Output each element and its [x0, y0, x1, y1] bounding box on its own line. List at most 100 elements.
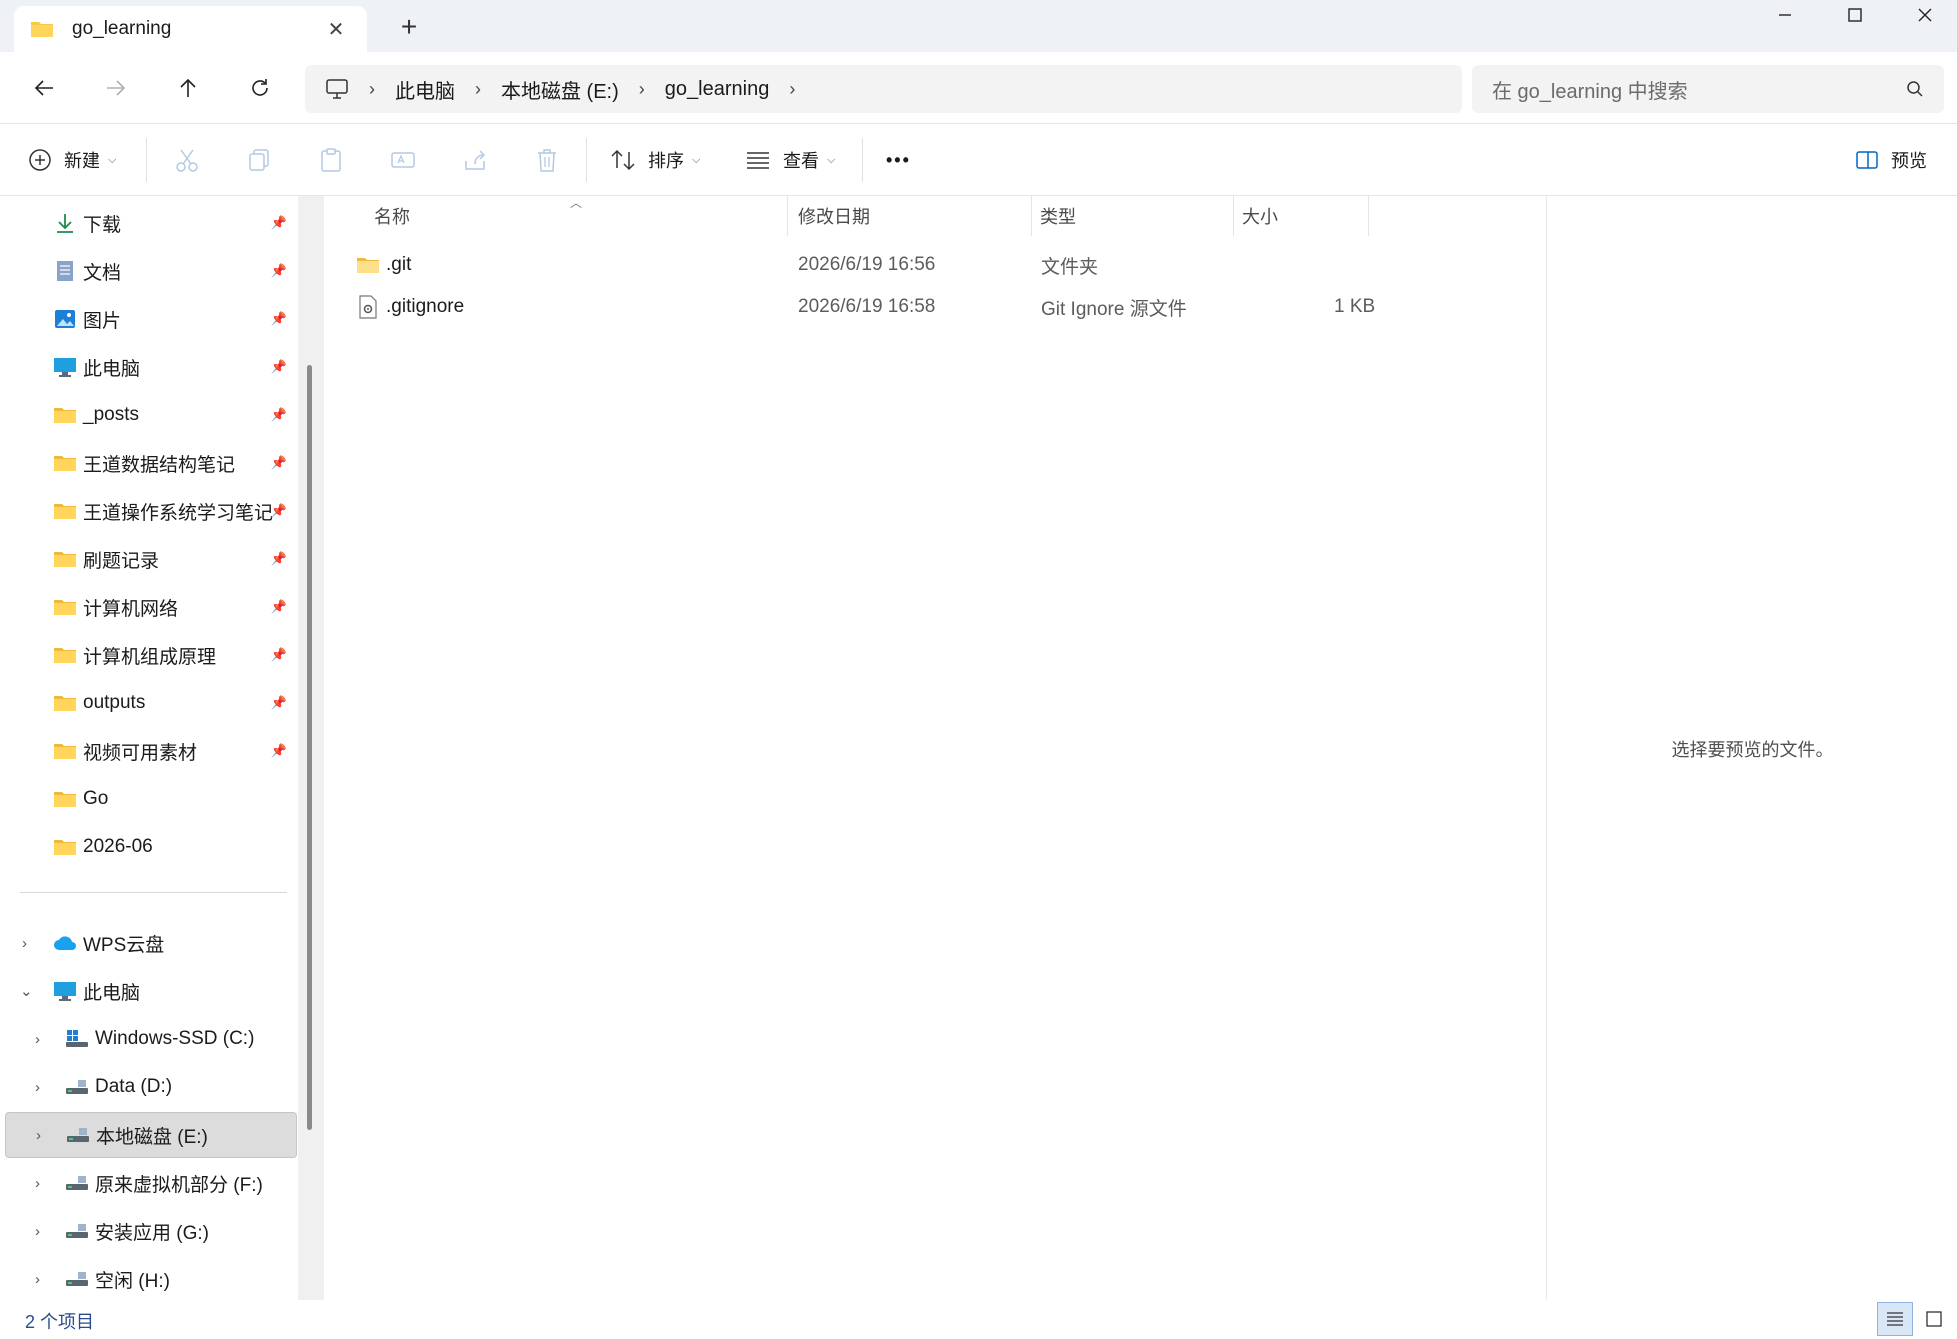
- sidebar-item-video-assets[interactable]: 视频可用素材 📌: [5, 728, 297, 774]
- table-row[interactable]: .gitignore 2026/6/19 16:58 Git Ignore 源文…: [344, 286, 1424, 328]
- preview-pane-button[interactable]: 预览: [1855, 124, 1927, 196]
- sidebar-item-go[interactable]: Go: [5, 776, 297, 822]
- chevron-right-icon[interactable]: ›: [369, 79, 375, 100]
- refresh-button[interactable]: [240, 68, 280, 108]
- pin-icon[interactable]: 📌: [271, 503, 287, 519]
- search-input[interactable]: 在 go_learning 中搜索: [1492, 75, 1906, 104]
- chevron-down-icon: ⌵: [827, 153, 836, 166]
- search-box[interactable]: 在 go_learning 中搜索: [1472, 65, 1944, 113]
- pin-icon[interactable]: 📌: [271, 647, 287, 663]
- column-header-type[interactable]: 类型: [1040, 196, 1076, 236]
- sidebar-item-wangdao-ds[interactable]: 王道数据结构笔记 📌: [5, 440, 297, 486]
- breadcrumb-this-pc[interactable]: 此电脑: [395, 75, 455, 104]
- cut-button[interactable]: [174, 124, 200, 196]
- computer-icon: [53, 980, 77, 1002]
- sidebar-item-label: WPS云盘: [83, 934, 165, 956]
- sidebar-item-problem-log[interactable]: 刷题记录 📌: [5, 536, 297, 582]
- view-button[interactable]: 查看 ⌵: [745, 124, 835, 196]
- sidebar-item-drive-h[interactable]: › 空闲 (H:): [5, 1256, 297, 1302]
- pin-icon[interactable]: 📌: [271, 359, 287, 375]
- sidebar-item-label: Data (D:): [95, 1076, 173, 1097]
- chevron-right-icon[interactable]: ›: [35, 1223, 40, 1240]
- sidebar-item-networking[interactable]: 计算机网络 📌: [5, 584, 297, 630]
- more-options-button[interactable]: •••: [886, 124, 911, 196]
- sidebar-item-pictures[interactable]: 图片 📌: [5, 296, 297, 342]
- up-button[interactable]: [168, 68, 208, 108]
- chevron-right-icon[interactable]: ›: [639, 79, 645, 100]
- new-tab-button[interactable]: +: [394, 12, 424, 42]
- sidebar-item-this-pc[interactable]: ⌄ 此电脑: [5, 968, 297, 1014]
- close-window-button[interactable]: [1890, 0, 1957, 30]
- column-header-modified[interactable]: 修改日期: [798, 196, 870, 236]
- chevron-down-icon: ⌵: [108, 153, 117, 166]
- forward-button[interactable]: [96, 68, 136, 108]
- column-divider[interactable]: [1233, 196, 1234, 236]
- column-divider[interactable]: [1368, 196, 1369, 236]
- chevron-down-icon: ⌵: [692, 153, 701, 166]
- chevron-down-icon[interactable]: ⌄: [20, 982, 33, 1000]
- sidebar-item-wangdao-os[interactable]: 王道操作系统学习笔记 📌: [5, 488, 297, 534]
- chevron-right-icon[interactable]: ›: [35, 1031, 40, 1048]
- pin-icon[interactable]: 📌: [271, 695, 287, 711]
- chevron-right-icon[interactable]: ›: [475, 79, 481, 100]
- folder-icon: [53, 404, 77, 426]
- tab-close-icon[interactable]: ✕: [321, 17, 351, 42]
- chevron-right-icon[interactable]: ›: [22, 935, 27, 952]
- copy-button[interactable]: [246, 124, 272, 196]
- pin-icon[interactable]: 📌: [271, 407, 287, 423]
- pin-icon[interactable]: 📌: [271, 743, 287, 759]
- table-row[interactable]: .git 2026/6/19 16:56 文件夹: [344, 244, 1424, 286]
- column-divider[interactable]: [1031, 196, 1032, 236]
- sidebar-item-drive-g[interactable]: › 安装应用 (G:): [5, 1208, 297, 1254]
- sidebar-item-wps-cloud[interactable]: › WPS云盘: [5, 920, 297, 966]
- sidebar-item-drive-e[interactable]: › 本地磁盘 (E:): [5, 1112, 297, 1158]
- sidebar-item-outputs[interactable]: outputs 📌: [5, 680, 297, 726]
- back-button[interactable]: [24, 68, 64, 108]
- column-header-name[interactable]: 名称: [374, 196, 410, 236]
- column-header-size[interactable]: 大小: [1242, 196, 1278, 236]
- large-icons-view-button[interactable]: [1916, 1302, 1952, 1336]
- paste-button[interactable]: [318, 124, 344, 196]
- minimize-button[interactable]: [1750, 0, 1820, 30]
- rename-button[interactable]: [390, 124, 416, 196]
- sidebar-item-organization[interactable]: 计算机组成原理 📌: [5, 632, 297, 678]
- breadcrumb-go-learning[interactable]: go_learning: [665, 78, 770, 101]
- chevron-right-icon[interactable]: ›: [35, 1271, 40, 1288]
- column-divider[interactable]: [787, 196, 788, 236]
- details-view-button[interactable]: [1877, 1302, 1913, 1336]
- sidebar-scroll-thumb[interactable]: [307, 365, 312, 1130]
- settings-file-icon: [358, 286, 378, 328]
- chevron-right-icon[interactable]: ›: [35, 1079, 40, 1096]
- sort-button[interactable]: 排序 ⌵: [610, 124, 700, 196]
- file-type: Git Ignore 源文件: [1041, 298, 1187, 320]
- pin-icon[interactable]: 📌: [271, 455, 287, 471]
- sort-label: 排序: [648, 151, 684, 171]
- sidebar-item-posts[interactable]: _posts 📌: [5, 392, 297, 438]
- address-bar[interactable]: › 此电脑 › 本地磁盘 (E:) › go_learning ›: [305, 65, 1462, 113]
- chevron-right-icon[interactable]: ›: [36, 1127, 41, 1144]
- pin-icon[interactable]: 📌: [271, 551, 287, 567]
- preview-label: 预览: [1891, 151, 1927, 171]
- pin-icon[interactable]: 📌: [271, 311, 287, 327]
- cloud-icon: [53, 932, 77, 954]
- sidebar-item-drive-d[interactable]: › Data (D:): [5, 1064, 297, 1110]
- sidebar-item-drive-c[interactable]: › Windows-SSD (C:): [5, 1016, 297, 1062]
- sidebar-item-2026-06[interactable]: 2026-06: [5, 824, 297, 870]
- sidebar-item-drive-f[interactable]: › 原来虚拟机部分 (F:): [5, 1160, 297, 1206]
- sidebar-item-label: 视频可用素材: [83, 742, 198, 764]
- share-button[interactable]: [462, 124, 488, 196]
- sidebar-item-documents[interactable]: 文档 📌: [5, 248, 297, 294]
- chevron-right-icon[interactable]: ›: [35, 1175, 40, 1192]
- new-button[interactable]: 新建 ⌵: [28, 124, 116, 196]
- chevron-right-icon[interactable]: ›: [789, 79, 795, 100]
- breadcrumb-drive-e[interactable]: 本地磁盘 (E:): [501, 75, 619, 104]
- pin-icon[interactable]: 📌: [271, 215, 287, 231]
- pin-icon[interactable]: 📌: [271, 599, 287, 615]
- sidebar-item-this-pc-pinned[interactable]: 此电脑 📌: [5, 344, 297, 390]
- delete-button[interactable]: [534, 124, 560, 196]
- arrow-left-icon: [34, 80, 53, 96]
- tab-go-learning[interactable]: go_learning ✕: [14, 6, 367, 52]
- sidebar-item-downloads[interactable]: 下载 📌: [5, 200, 297, 246]
- maximize-button[interactable]: [1820, 0, 1890, 30]
- pin-icon[interactable]: 📌: [271, 263, 287, 279]
